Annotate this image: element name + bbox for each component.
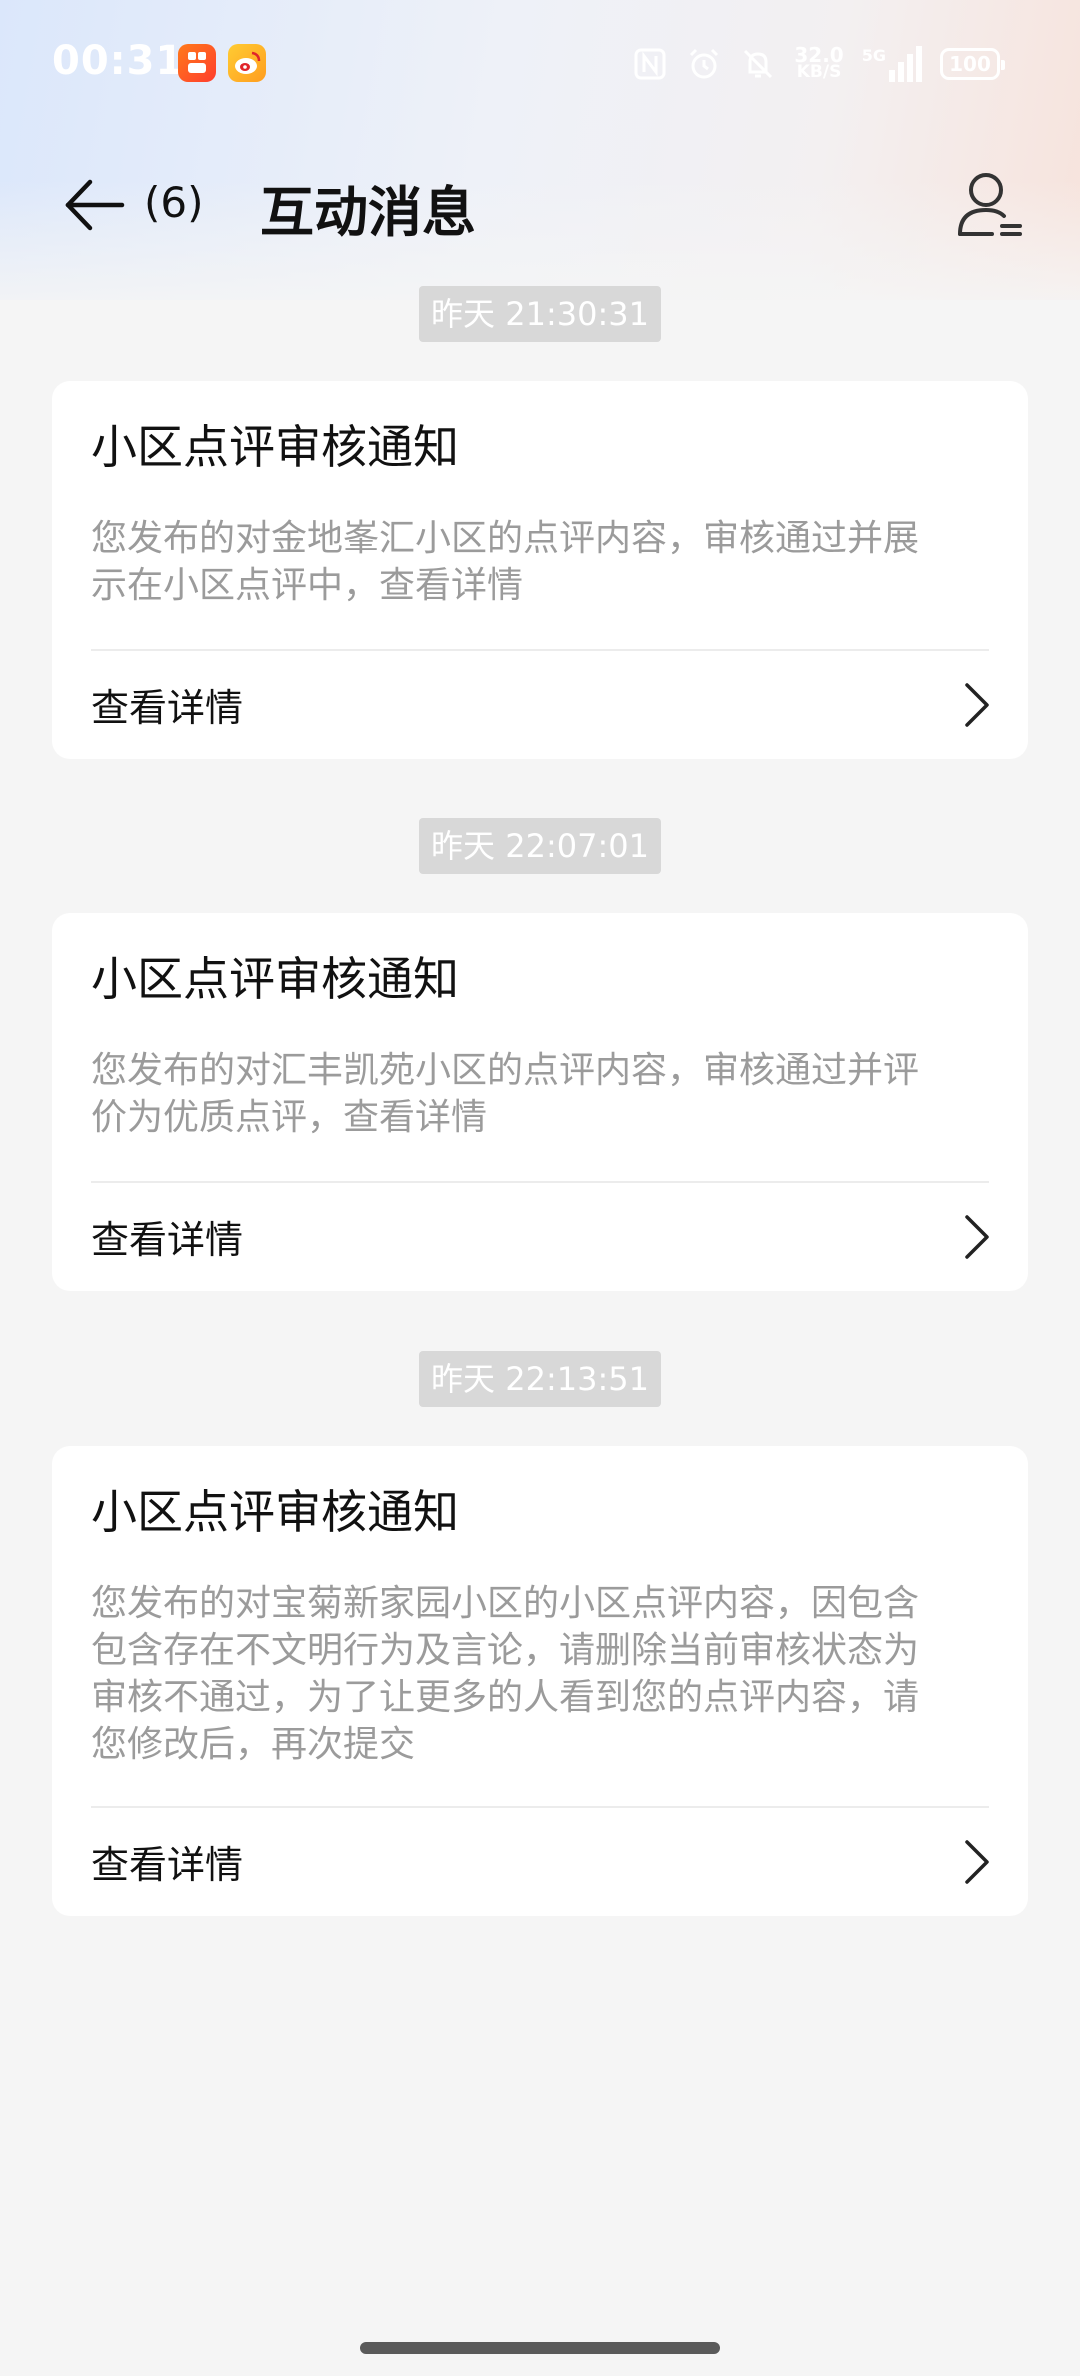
message-card[interactable]: 小区点评审核通知 您发布的对汇丰凯苑小区的点评内容，审核通过并评 价为优质点评，… xyxy=(52,913,1028,1291)
view-details-label: 查看详情 xyxy=(91,686,244,730)
view-details-label: 查看详情 xyxy=(91,1843,244,1887)
message-body: 您发布的对金地峯汇小区的点评内容，审核通过并展 示在小区点评中，查看详情 xyxy=(91,518,920,606)
user-menu-icon[interactable] xyxy=(956,168,1026,244)
app-icon-orange xyxy=(178,44,216,82)
mute-icon xyxy=(744,49,773,79)
battery-level: 100 xyxy=(949,52,991,76)
network-type: 5G xyxy=(861,46,886,65)
message-title: 小区点评审核通知 xyxy=(91,420,459,474)
unread-count: (6) xyxy=(144,178,204,227)
message-card[interactable]: 小区点评审核通知 您发布的对金地峯汇小区的点评内容，审核通过并展 示在小区点评中… xyxy=(52,381,1028,759)
chevron-right-icon xyxy=(965,683,989,727)
page-title: 互动消息 xyxy=(260,181,476,244)
status-icons: 32.0 KB/S 5G 100 xyxy=(632,43,1005,84)
message-timestamp: 昨天 22:07:01 xyxy=(0,818,1080,874)
network-speed: 32.0 KB/S xyxy=(794,43,844,82)
back-arrow-icon[interactable] xyxy=(60,170,130,240)
signal-icon: 5G xyxy=(862,46,922,82)
message-timestamp: 昨天 22:13:51 xyxy=(0,1351,1080,1407)
message-body: 您发布的对宝菊新家园小区的小区点评内容，因包含 包含存在不文明行为及言论，请删除… xyxy=(91,1583,920,1765)
message-title: 小区点评审核通知 xyxy=(91,1485,459,1539)
navigation-header: (6) 互动消息 xyxy=(0,150,1080,260)
view-details-label: 查看详情 xyxy=(91,1218,244,1262)
view-details-link[interactable]: 查看详情 xyxy=(52,651,1028,759)
battery-icon: 100 xyxy=(940,48,1005,80)
status-bar: 00:31 32.0 KB/S 5G 100 xyxy=(0,0,1080,126)
view-details-link[interactable]: 查看详情 xyxy=(52,1183,1028,1291)
status-time: 00:31 xyxy=(52,38,185,84)
alarm-icon xyxy=(690,48,719,79)
chevron-right-icon xyxy=(965,1840,989,1884)
message-timestamp: 昨天 21:30:31 xyxy=(0,286,1080,342)
nfc-icon xyxy=(634,48,666,80)
view-details-link[interactable]: 查看详情 xyxy=(52,1808,1028,1916)
weibo-icon xyxy=(228,44,266,82)
message-body: 您发布的对汇丰凯苑小区的点评内容，审核通过并评 价为优质点评，查看详情 xyxy=(91,1050,920,1138)
chevron-right-icon xyxy=(965,1215,989,1259)
message-card[interactable]: 小区点评审核通知 您发布的对宝菊新家园小区的小区点评内容，因包含 包含存在不文明… xyxy=(52,1446,1028,1916)
message-title: 小区点评审核通知 xyxy=(91,952,459,1006)
home-indicator[interactable] xyxy=(360,2342,720,2354)
